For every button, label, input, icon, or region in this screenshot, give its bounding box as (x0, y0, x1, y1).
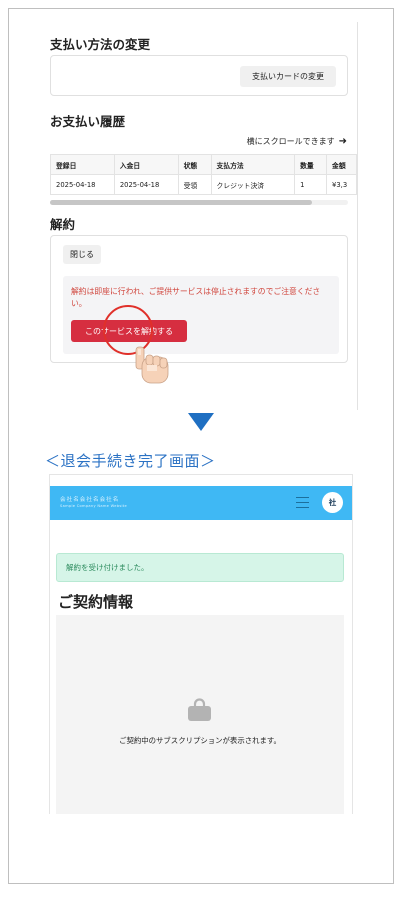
column-header: 支払方法 (210, 154, 296, 175)
section-caption: ＜退会手続き完了画面＞ (45, 452, 216, 470)
page-title: ご契約情報 (58, 593, 134, 611)
column-header: 数量 (294, 154, 328, 175)
subscription-empty-panel: ご契約中のサブスクリプションが表示されます。 (56, 615, 344, 814)
cancellation-card: 閉じる 解約は即座に行われ、ご提供サービスは停止されますのでご注意ください。 こ… (50, 235, 348, 363)
table-row: 2025-04-18 2025-04-18 受領 クレジット決済 1 ¥3,3 (50, 174, 357, 195)
payment-history-table: 登録日 入金日 状態 支払方法 数量 金額 2025-04-18 2025-04… (50, 154, 357, 195)
table-cell: 1 (294, 174, 328, 195)
cancellation-warning-text: 解約は即座に行われ、ご提供サービスは停止されますのでご注意ください。 (71, 287, 321, 308)
column-header: 状態 (177, 154, 212, 175)
cancellation-heading: 解約 (50, 217, 76, 232)
change-card-button[interactable]: 支払いカードの変更 (240, 66, 336, 87)
table-cell: クレジット決済 (210, 174, 296, 195)
subscription-settings-screen: 支払い方法の変更 支払いカードの変更 お支払い履歴 横にスクロールできます ➜ … (40, 22, 358, 410)
cancellation-complete-screen: 会社名会社名会社名 Sample Company Name Website 社 … (49, 474, 353, 814)
table-cell: 2025-04-18 (50, 174, 115, 195)
cancellation-warning-panel: 解約は即座に行われ、ご提供サービスは停止されますのでご注意ください。 このサービ… (63, 276, 339, 354)
payment-method-card: 支払いカードの変更 (50, 55, 348, 96)
table-cell: ¥3,3 (326, 174, 357, 195)
payment-method-heading: 支払い方法の変更 (50, 37, 151, 52)
shopping-bag-icon (188, 698, 211, 721)
company-logo[interactable]: 会社名会社名会社名 Sample Company Name Website (60, 497, 127, 509)
scroll-hint-label: 横にスクロールできます (246, 137, 335, 146)
success-toast: 解約を受け付けました。 (56, 553, 344, 582)
table-header-row: 登録日 入金日 状態 支払方法 数量 金額 (50, 154, 357, 175)
pointing-hand-icon (135, 346, 169, 384)
column-header: 金額 (326, 154, 357, 175)
empty-state-message: ご契約中のサブスクリプションが表示されます。 (119, 736, 281, 745)
down-arrow-icon (188, 413, 214, 431)
table-cell: 2025-04-18 (113, 174, 179, 195)
scroll-hint: 横にスクロールできます ➜ (247, 136, 347, 147)
arrow-right-icon: ➜ (338, 136, 347, 147)
scrollbar-thumb[interactable] (50, 200, 312, 205)
avatar[interactable]: 社 (322, 492, 343, 513)
table-cell: 受領 (177, 174, 212, 195)
close-button[interactable]: 閉じる (63, 245, 101, 264)
logo-subtext: Sample Company Name Website (60, 504, 128, 508)
menu-icon[interactable] (296, 497, 309, 508)
column-header: 入金日 (113, 154, 179, 175)
column-header: 登録日 (50, 154, 115, 175)
horizontal-scrollbar[interactable] (50, 200, 348, 205)
payment-history-heading: お支払い履歴 (50, 114, 126, 129)
app-bar: 会社名会社名会社名 Sample Company Name Website 社 (50, 486, 352, 520)
